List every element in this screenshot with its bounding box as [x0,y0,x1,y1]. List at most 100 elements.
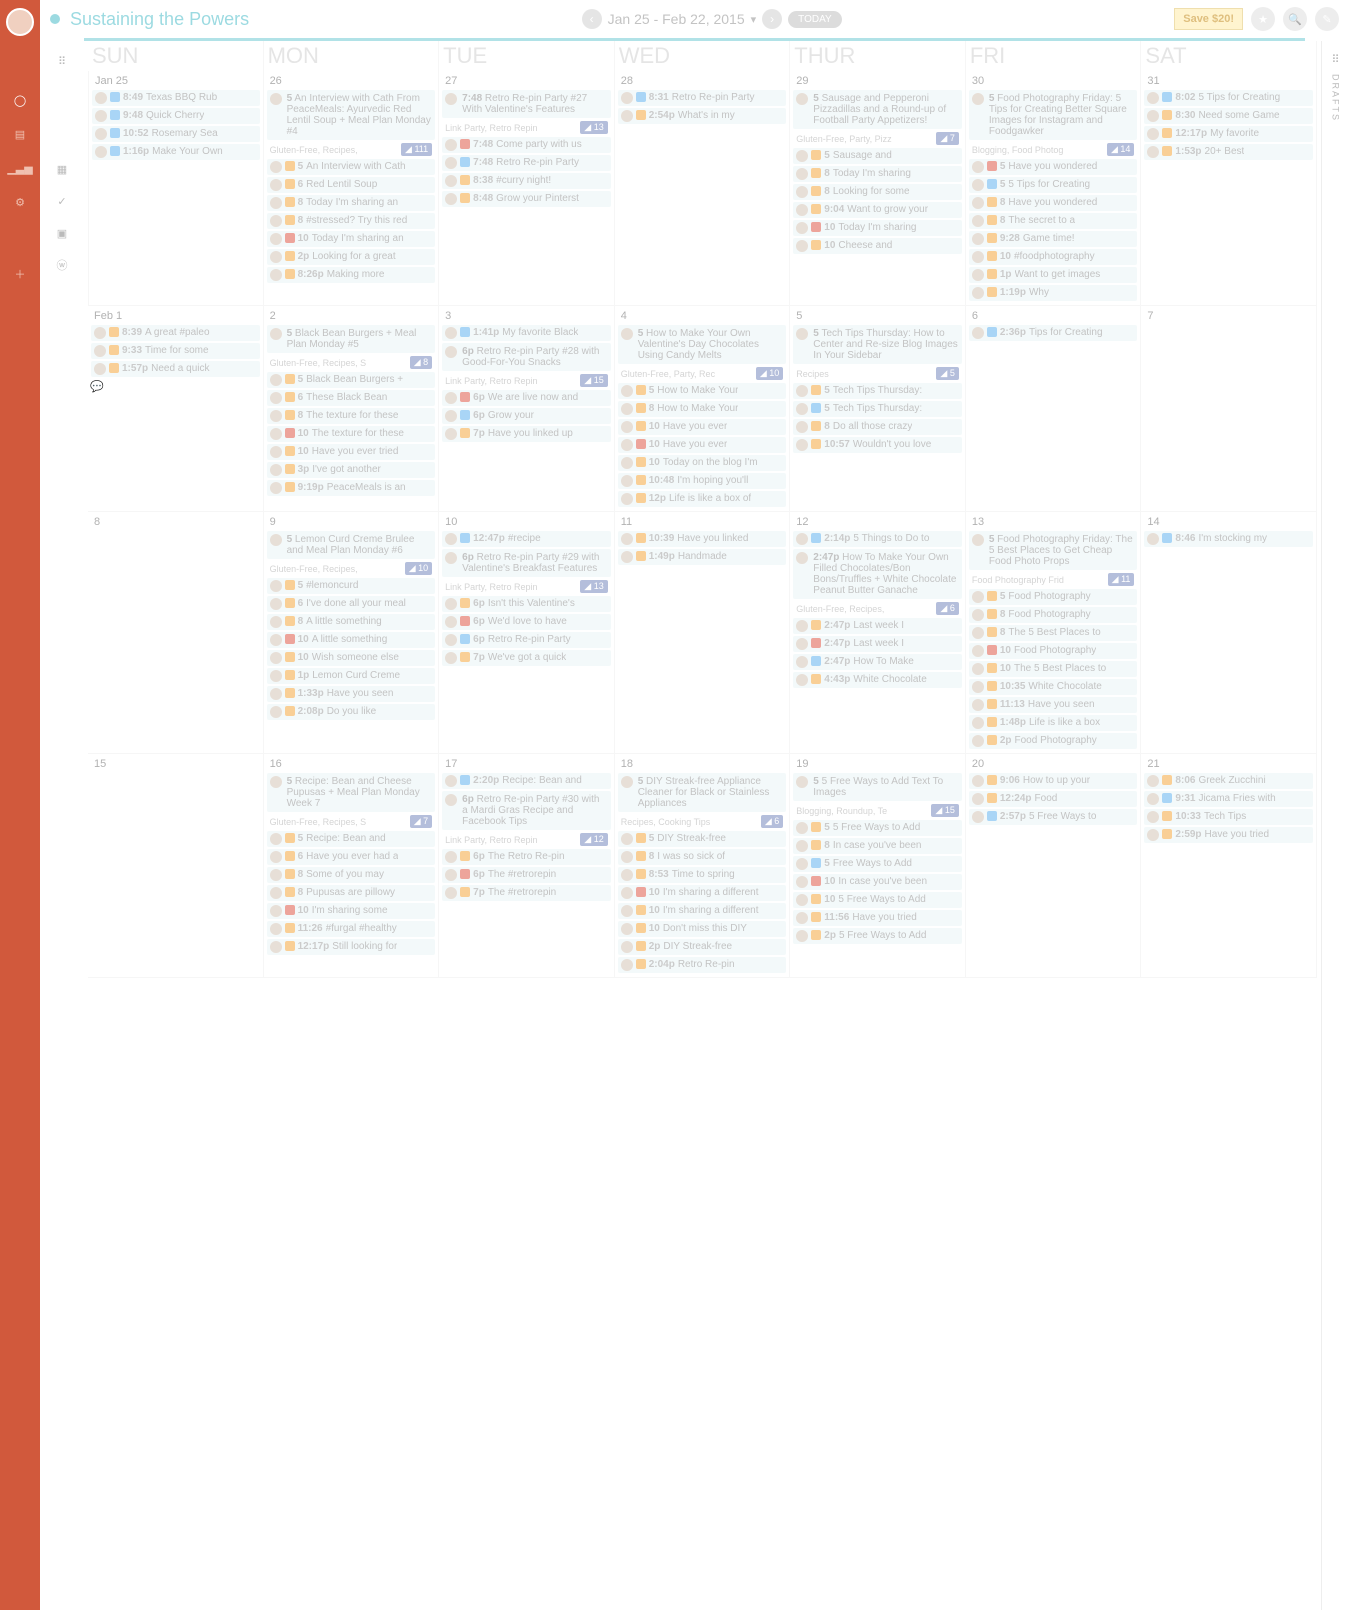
calendar-event[interactable]: 7pThe #retrorepin [442,885,611,901]
calendar-event[interactable]: 11:56Have you tried [793,910,962,926]
calendar-cell[interactable]: 7 [1141,306,1317,512]
calendar-event[interactable]: 10The texture for these [267,426,436,442]
analytics-nav-icon[interactable]: ▁▃▅ [12,160,28,176]
calendar-event[interactable]: 10:33Tech Tips [1144,809,1313,825]
calendar-cell[interactable]: 15 [88,754,264,978]
calendar-cell[interactable]: 62:36pTips for Creating [966,306,1142,512]
featured-post[interactable]: 5 Food Photography Friday: 5 Tips for Cr… [969,90,1138,140]
today-button[interactable]: TODAY [788,11,842,28]
user-avatar[interactable] [6,8,34,36]
calendar-event[interactable]: 2pDIY Streak-free [618,939,787,955]
calendar-event[interactable]: 2:47pLast week I [793,618,962,634]
calendar-event[interactable]: 8How to Make Your [618,401,787,417]
calendar-event[interactable]: 8Have you wondered [969,195,1138,211]
grid-view-icon[interactable]: ⠿ [54,53,70,69]
calendar-event[interactable]: 10:39Have you linked [618,531,787,547]
calendar-event[interactable]: 12:24pFood [969,791,1138,807]
featured-post[interactable]: 6p Retro Re-pin Party #29 with Valentine… [442,549,611,577]
calendar-event[interactable]: 8The 5 Best Places to [969,625,1138,641]
calendar-cell[interactable]: 277:48 Retro Re-pin Party #27 With Valen… [439,71,615,306]
calendar-event[interactable]: 2:04pRetro Re-pin [618,957,787,973]
featured-post[interactable]: 7:48 Retro Re-pin Party #27 With Valenti… [442,90,611,118]
calendar-cell[interactable]: 185 DIY Streak-free Appliance Cleaner fo… [615,754,791,978]
calendar-event[interactable]: 6pRetro Re-pin Party [442,632,611,648]
settings-nav-icon[interactable]: ⚙ [12,194,28,210]
calendar-event[interactable]: 5DIY Streak-free [618,831,787,847]
calendar-event[interactable]: 105 Free Ways to Add [793,892,962,908]
calendar-event[interactable]: 2:47pLast week I [793,636,962,652]
calendar-event[interactable]: 8Today I'm sharing an [267,195,436,211]
calendar-event[interactable]: 6pThe #retrorepin [442,867,611,883]
calendar-cell[interactable]: 172:20pRecipe: Bean and6p Retro Re-pin P… [439,754,615,978]
calendar-event[interactable]: 1:48pLife is like a box [969,715,1138,731]
calendar-event[interactable]: 9:48Quick Cherry [92,108,260,124]
calendar-event[interactable]: 8Today I'm sharing [793,166,962,182]
calendar-event[interactable]: 10In case you've been [793,874,962,890]
calendar-event[interactable]: 8In case you've been [793,838,962,854]
calendar-event[interactable]: 8:06Greek Zucchini [1144,773,1313,789]
calendar-event[interactable]: 10Have you ever [618,437,787,453]
calendar-cell[interactable]: 45 How to Make Your Own Valentine's Day … [615,306,791,512]
calendar-event[interactable]: 55 Free Ways to Add [793,820,962,836]
calendar-event[interactable]: 8:025 Tips for Creating [1144,90,1313,106]
calendar-event[interactable]: 2:54pWhat's in my [618,108,787,124]
calendar-event[interactable]: 6pGrow your [442,408,611,424]
calendar-event[interactable]: 6pWe are live now and [442,390,611,406]
featured-post[interactable]: 5 DIY Streak-free Appliance Cleaner for … [618,773,787,812]
calendar-event[interactable]: 6pWe'd love to have [442,614,611,630]
star-button[interactable]: ★ [1251,7,1275,31]
featured-post[interactable]: 5 Lemon Curd Creme Brulee and Meal Plan … [267,531,436,559]
content-nav-icon[interactable]: ▤ [12,126,28,142]
calendar-event[interactable]: 1:16pMake Your Own [92,144,260,160]
calendar-event[interactable]: 9:28Game time! [969,231,1138,247]
calendar-cell[interactable]: 135 Food Photography Friday: The 5 Best … [966,512,1142,754]
add-nav-icon[interactable]: ＋ [12,266,28,282]
calendar-cell[interactable]: 31:41pMy favorite Black6p Retro Re-pin P… [439,306,615,512]
calendar-event[interactable]: 5Sausage and [793,148,962,164]
calendar-event[interactable]: 1:41pMy favorite Black [442,325,611,341]
calendar-event[interactable]: 8:30Need some Game [1144,108,1313,124]
calendar-event[interactable]: 8The texture for these [267,408,436,424]
calendar-event[interactable]: 6These Black Bean [267,390,436,406]
calendar-event[interactable]: 1:33pHave you seen [267,686,436,702]
calendar-event[interactable]: 10:52Rosemary Sea [92,126,260,142]
calendar-cell[interactable]: 148:46I'm stocking my [1141,512,1317,754]
dropdown-caret-icon[interactable]: ▾ [751,13,757,26]
calendar-event[interactable]: 10:35White Chocolate [969,679,1138,695]
calendar-event[interactable]: 10Have you ever tried [267,444,436,460]
calendar-event[interactable]: 1:49pHandmade [618,549,787,565]
featured-post[interactable]: 5 How to Make Your Own Valentine's Day C… [618,325,787,364]
calendar-event[interactable]: 10I'm sharing some [267,903,436,919]
calendar-event[interactable]: 2:14p5 Things to Do to [793,531,962,547]
calendar-event[interactable]: 8:39A great #paleo [91,325,260,341]
calendar-event[interactable]: 1:19pWhy [969,285,1138,301]
calendar-event[interactable]: 11:13Have you seen [969,697,1138,713]
save-promo-button[interactable]: Save $20! [1174,8,1243,30]
calendar-event[interactable]: 9:04Want to grow your [793,202,962,218]
calendar-cell[interactable]: 318:025 Tips for Creating8:30Need some G… [1141,71,1317,306]
calendar-cell[interactable]: 218:06Greek Zucchini9:31Jicama Fries wit… [1141,754,1317,978]
calendar-event[interactable]: 2:08pDo you like [267,704,436,720]
drafts-sidebar[interactable]: ⠿ DRAFTS [1321,41,1349,1610]
calendar-event[interactable]: 5Black Bean Burgers + [267,372,436,388]
calendar-event[interactable]: 55 Tips for Creating [969,177,1138,193]
calendar-event[interactable]: 10Cheese and [793,238,962,254]
calendar-event[interactable]: 10Today I'm sharing [793,220,962,236]
edit-button[interactable]: ✎ [1315,7,1339,31]
calendar-event[interactable]: 5An Interview with Cath [267,159,436,175]
calendar-event[interactable]: 8:49Texas BBQ Rub [92,90,260,106]
calendar-event[interactable]: 10The 5 Best Places to [969,661,1138,677]
calendar-event[interactable]: 3pI've got another [267,462,436,478]
calendar-nav-icon[interactable]: ◯ [12,92,28,108]
calendar-cell[interactable]: 25 Black Bean Burgers + Meal Plan Monday… [264,306,440,512]
calendar-event[interactable]: 8I was so sick of [618,849,787,865]
calendar-event[interactable]: 12:47p#recipe [442,531,611,547]
calendar-event[interactable]: 8Some of you may [267,867,436,883]
calendar-event[interactable]: 5How to Make Your [618,383,787,399]
calendar-event[interactable]: 10:57Wouldn't you love [793,437,962,453]
calendar-event[interactable]: 2:36pTips for Creating [969,325,1138,341]
calendar-event[interactable]: 6pIsn't this Valentine's [442,596,611,612]
drafts-grid-icon[interactable]: ⠿ [1331,53,1339,66]
featured-post[interactable]: 5 Recipe: Bean and Cheese Pupusas + Meal… [267,773,436,812]
calendar-event[interactable]: 5#lemoncurd [267,578,436,594]
